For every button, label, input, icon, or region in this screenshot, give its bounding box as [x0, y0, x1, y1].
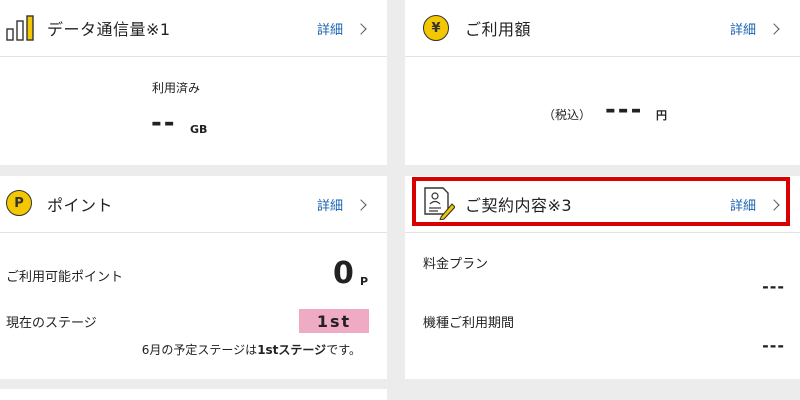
chevron-right-icon	[355, 23, 367, 35]
data-usage-used-label: 利用済み	[152, 81, 201, 95]
current-stage-value: 1st	[316, 311, 352, 331]
charges-unit: 円	[656, 109, 667, 122]
bar-chart-icon	[6, 15, 34, 41]
data-usage-title: データ通信量※1	[47, 20, 171, 39]
stage-forecast-suffix: です。	[326, 343, 361, 357]
chevron-right-icon	[355, 199, 367, 211]
yen-coin-icon: ¥	[423, 15, 449, 41]
plan-label: 料金プラン	[423, 257, 489, 272]
data-usage-card: データ通信量※1 詳細 利用済み -- GB	[0, 0, 387, 165]
charges-detail-label[interactable]: 詳細	[730, 19, 756, 38]
data-usage-detail-label[interactable]: 詳細	[317, 19, 343, 38]
charges-tax-label: （税込）	[543, 108, 592, 122]
contract-header-highlight	[412, 177, 790, 226]
available-points-label: ご利用可能ポイント	[6, 270, 124, 285]
points-detail-link[interactable]: 詳細	[317, 176, 367, 233]
charges-value: ---	[605, 95, 644, 125]
points-header[interactable]: P ポイント 詳細	[0, 176, 387, 233]
data-usage-unit: GB	[190, 123, 208, 136]
data-usage-header[interactable]: データ通信量※1 詳細	[0, 0, 387, 57]
stage-forecast-prefix: 6月の予定ステージは	[141, 343, 258, 357]
charges-detail-link[interactable]: 詳細	[730, 0, 780, 57]
period-value: ---	[762, 336, 785, 355]
points-card: P ポイント 詳細 ご利用可能ポイント 0 P 現在のステージ 1st 6月の予…	[0, 176, 387, 379]
available-points-value: 0	[333, 256, 354, 291]
available-points-unit: P	[360, 275, 369, 288]
plan-value: ---	[762, 277, 785, 296]
yen-symbol: ¥	[431, 20, 441, 36]
charges-card: ¥ ご利用額 詳細 （税込） --- 円	[405, 0, 800, 165]
data-usage-value: --	[151, 108, 177, 138]
points-detail-label[interactable]: 詳細	[317, 195, 343, 214]
next-card-partial	[0, 389, 387, 400]
data-usage-detail-link[interactable]: 詳細	[317, 0, 367, 57]
stage-forecast: 6月の予定ステージは1stステージです。	[142, 341, 361, 358]
charges-header[interactable]: ¥ ご利用額 詳細	[405, 0, 800, 57]
current-stage-label: 現在のステージ	[6, 316, 97, 331]
current-stage-badge: 1st	[299, 309, 369, 333]
point-symbol: P	[14, 195, 24, 211]
point-coin-icon: P	[6, 190, 32, 216]
points-title: ポイント	[47, 196, 114, 215]
period-label: 機種ご利用期間	[423, 316, 515, 331]
charges-title: ご利用額	[465, 20, 532, 39]
stage-forecast-stage: 1stステージ	[257, 343, 327, 357]
chevron-right-icon	[768, 23, 780, 35]
